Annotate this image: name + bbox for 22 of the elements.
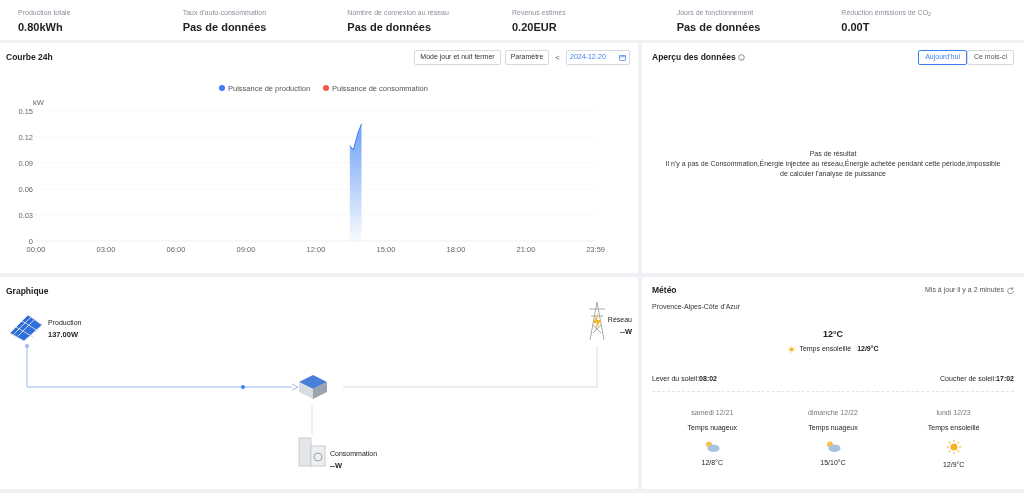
help-icon[interactable] <box>737 54 745 61</box>
panel-title: Aperçu des données <box>652 51 736 64</box>
sun-icon <box>945 438 962 455</box>
appliance-icon <box>298 437 326 467</box>
panel-title: Courbe 24h <box>6 51 53 64</box>
calendar-icon <box>619 54 626 61</box>
stat-value: 0.80kWh <box>18 20 64 34</box>
house-icon <box>297 373 329 401</box>
stat-value: Pas de données <box>676 20 762 34</box>
stat-value: 0.00T <box>841 20 871 34</box>
current-temperature: 12°C <box>822 328 844 342</box>
stat-value: Pas de données <box>182 20 268 34</box>
panel-title: Météo <box>652 284 677 297</box>
stat-value: 0.20EUR <box>512 20 558 34</box>
flow-dot <box>25 344 29 348</box>
refresh-icon[interactable] <box>1007 286 1014 294</box>
flow-dot <box>241 385 245 389</box>
stat-value: Pas de données <box>347 20 433 34</box>
sun-icon <box>787 344 797 354</box>
panel-title: Graphique <box>6 285 49 298</box>
previous-day-button[interactable]: < <box>553 51 562 64</box>
solar-panel-icon <box>8 313 42 341</box>
